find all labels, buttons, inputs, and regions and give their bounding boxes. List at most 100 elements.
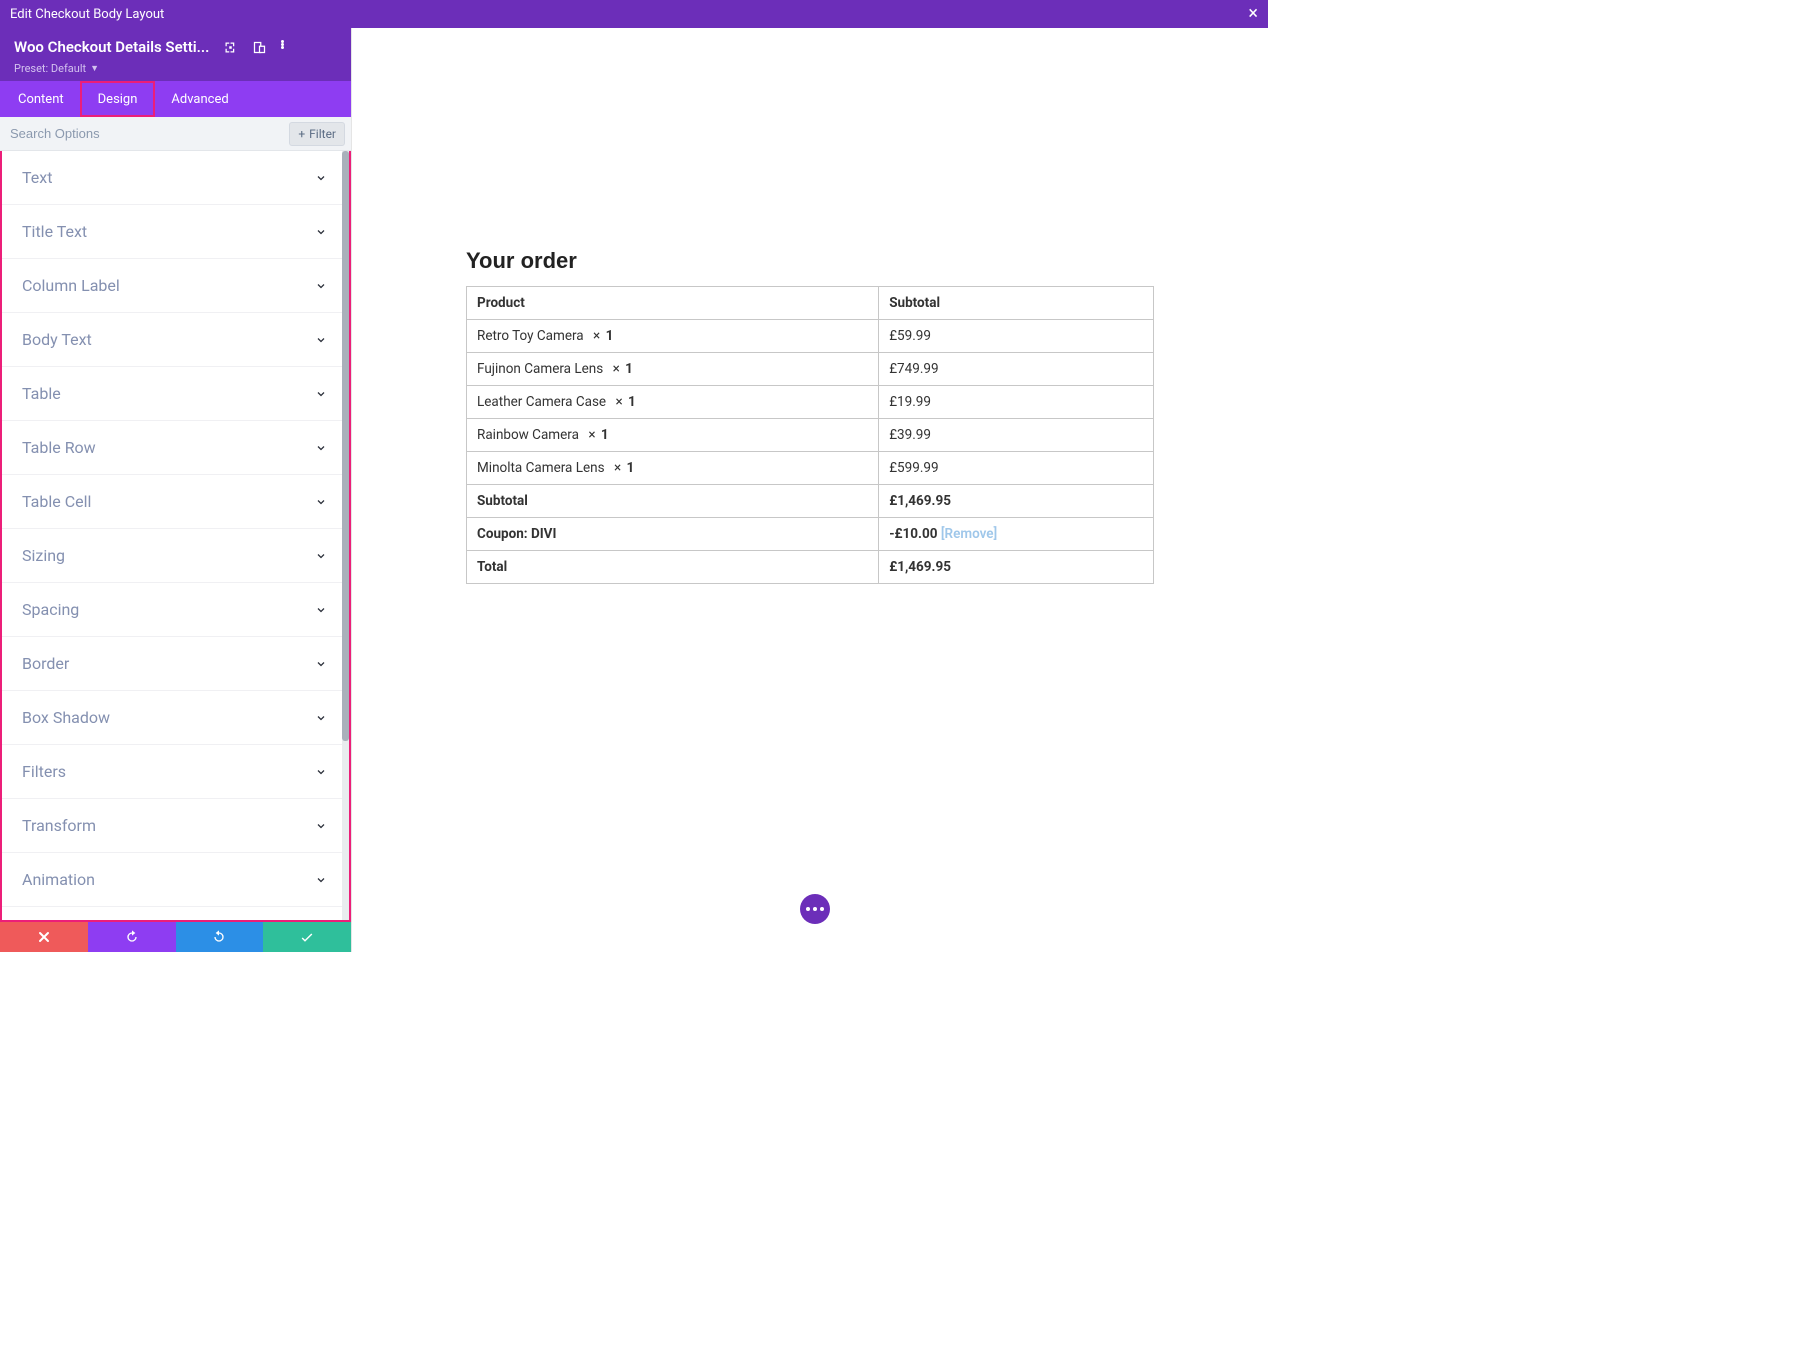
chevron-down-icon xyxy=(315,604,327,616)
option-label: Sizing xyxy=(22,546,65,565)
total-value: £1,469.95 xyxy=(879,551,1154,584)
qty-value: 1 xyxy=(606,328,614,344)
redo-button[interactable] xyxy=(176,922,264,952)
order-heading: Your order xyxy=(466,248,1154,274)
option-animation[interactable]: Animation xyxy=(2,853,349,907)
price-cell: £59.99 xyxy=(879,320,1154,353)
option-title-text[interactable]: Title Text xyxy=(2,205,349,259)
qty-value: 1 xyxy=(625,361,633,377)
close-icon[interactable]: × xyxy=(1248,5,1258,23)
product-name: Rainbow Camera xyxy=(477,427,579,443)
option-label: Filters xyxy=(22,762,66,781)
settings-sidebar: Woo Checkout Details Setti... Preset: De… xyxy=(0,28,352,952)
qty-value: 1 xyxy=(601,427,609,443)
product-qty: × 1 xyxy=(584,328,614,344)
product-qty: × 1 xyxy=(606,394,636,410)
coupon-remove-link[interactable]: [Remove] xyxy=(941,526,997,542)
filter-button[interactable]: + Filter xyxy=(289,122,345,146)
option-column-label[interactable]: Column Label xyxy=(2,259,349,313)
option-text[interactable]: Text xyxy=(2,151,349,205)
product-name: Minolta Camera Lens xyxy=(477,460,605,476)
option-label: Transform xyxy=(22,816,96,835)
module-title: Woo Checkout Details Setti... xyxy=(14,38,209,56)
product-name: Retro Toy Camera xyxy=(477,328,584,344)
option-border[interactable]: Border xyxy=(2,637,349,691)
options-panel: Text Title Text Column Label Body Text Table… xyxy=(0,151,351,920)
price-cell: £19.99 xyxy=(879,386,1154,419)
product-cell: Rainbow Camera × 1 xyxy=(467,419,879,452)
option-table[interactable]: Table xyxy=(2,367,349,421)
option-label: Column Label xyxy=(22,276,120,295)
coupon-value: -£10.00 xyxy=(889,526,937,542)
scrollbar-thumb[interactable] xyxy=(342,151,349,741)
order-table: Product Subtotal Retro Toy Camera × 1£59… xyxy=(466,286,1154,584)
product-qty: × 1 xyxy=(605,460,635,476)
chevron-down-icon xyxy=(315,280,327,292)
more-icon[interactable] xyxy=(281,40,296,55)
product-cell: Fujinon Camera Lens × 1 xyxy=(467,353,879,386)
chevron-down-icon xyxy=(315,820,327,832)
expand-icon[interactable] xyxy=(223,40,238,55)
option-transform[interactable]: Transform xyxy=(2,799,349,853)
preview-pane: Your order Product Subtotal Retro Toy Ca… xyxy=(352,28,1268,952)
tab-design[interactable]: Design xyxy=(80,81,156,117)
chevron-down-icon xyxy=(315,388,327,400)
chevron-down-icon: ▼ xyxy=(90,63,99,74)
save-button[interactable] xyxy=(263,922,351,952)
chevron-down-icon xyxy=(315,496,327,508)
total-label: Total xyxy=(467,551,879,584)
chevron-down-icon xyxy=(315,550,327,562)
option-label: Table Row xyxy=(22,438,96,457)
product-qty: × 1 xyxy=(579,427,609,443)
preset-label: Preset: Default xyxy=(14,62,86,75)
search-input[interactable] xyxy=(6,122,289,145)
option-filters[interactable]: Filters xyxy=(2,745,349,799)
tab-advanced[interactable]: Advanced xyxy=(155,81,244,117)
fab-more-button[interactable] xyxy=(800,894,830,924)
qty-value: 1 xyxy=(628,394,636,410)
chevron-down-icon xyxy=(315,712,327,724)
option-body-text[interactable]: Body Text xyxy=(2,313,349,367)
option-table-cell[interactable]: Table Cell xyxy=(2,475,349,529)
window-title: Edit Checkout Body Layout xyxy=(10,7,164,22)
tab-content[interactable]: Content xyxy=(0,81,80,117)
scrollbar-track[interactable] xyxy=(342,151,349,920)
price-cell: £599.99 xyxy=(879,452,1154,485)
option-box-shadow[interactable]: Box Shadow xyxy=(2,691,349,745)
product-name: Leather Camera Case xyxy=(477,394,606,410)
table-row: Rainbow Camera × 1£39.99 xyxy=(467,419,1154,452)
subtotal-value: £1,469.95 xyxy=(879,485,1154,518)
table-row: Fujinon Camera Lens × 1£749.99 xyxy=(467,353,1154,386)
option-label: Title Text xyxy=(22,222,87,241)
action-bar xyxy=(0,920,351,952)
option-table-row[interactable]: Table Row xyxy=(2,421,349,475)
option-sizing[interactable]: Sizing xyxy=(2,529,349,583)
chevron-down-icon xyxy=(315,658,327,670)
product-cell: Leather Camera Case × 1 xyxy=(467,386,879,419)
responsive-icon[interactable] xyxy=(252,40,267,55)
option-label: Border xyxy=(22,654,69,673)
undo-button[interactable] xyxy=(88,922,176,952)
chevron-down-icon xyxy=(315,874,327,886)
product-name: Fujinon Camera Lens xyxy=(477,361,603,377)
chevron-down-icon xyxy=(315,226,327,238)
preset-selector[interactable]: Preset: Default ▼ xyxy=(14,62,337,75)
discard-button[interactable] xyxy=(0,922,88,952)
price-cell: £749.99 xyxy=(879,353,1154,386)
option-label: Table Cell xyxy=(22,492,91,511)
option-label: Table xyxy=(22,384,61,403)
product-qty: × 1 xyxy=(603,361,633,377)
table-row: Retro Toy Camera × 1£59.99 xyxy=(467,320,1154,353)
coupon-label: Coupon: DIVI xyxy=(467,518,879,551)
option-label: Box Shadow xyxy=(22,708,110,727)
subtotal-label: Subtotal xyxy=(467,485,879,518)
col-subtotal: Subtotal xyxy=(879,287,1154,320)
window-titlebar: Edit Checkout Body Layout × xyxy=(0,0,1268,28)
option-label: Text xyxy=(22,168,52,187)
option-label: Spacing xyxy=(22,600,79,619)
price-cell: £39.99 xyxy=(879,419,1154,452)
option-spacing[interactable]: Spacing xyxy=(2,583,349,637)
search-row: + Filter xyxy=(0,117,351,151)
product-cell: Retro Toy Camera × 1 xyxy=(467,320,879,353)
settings-tabs: Content Design Advanced xyxy=(0,81,351,117)
